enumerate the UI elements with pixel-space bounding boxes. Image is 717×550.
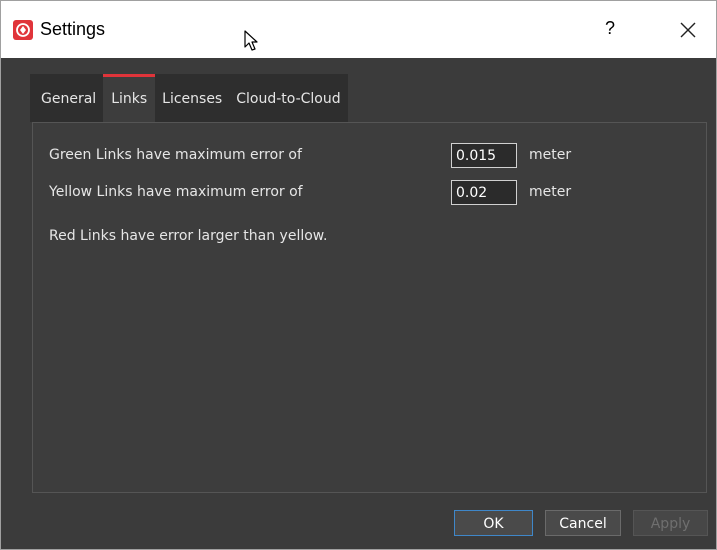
cancel-button[interactable]: Cancel	[545, 510, 621, 536]
red-links-note: Red Links have error larger than yellow.	[49, 228, 328, 244]
yellow-links-label: Yellow Links have maximum error of	[49, 184, 303, 200]
tab-cloud-to-cloud[interactable]: Cloud-to-Cloud	[229, 74, 347, 122]
title-bar[interactable]: Settings ?	[1, 1, 716, 58]
tab-licenses[interactable]: Licenses	[155, 74, 229, 122]
ok-button[interactable]: OK	[454, 510, 533, 536]
links-panel: Green Links have maximum error of meter …	[32, 122, 707, 493]
yellow-unit-label: meter	[529, 184, 572, 200]
close-icon[interactable]	[675, 17, 701, 43]
green-error-input[interactable]	[451, 143, 517, 168]
tab-general[interactable]: General	[30, 74, 103, 122]
tab-bar: General Links Licenses Cloud-to-Cloud	[30, 74, 348, 122]
app-logo-icon	[13, 20, 33, 40]
help-button[interactable]: ?	[599, 18, 621, 42]
settings-dialog: Settings ? General Links Licenses Cloud-…	[0, 0, 717, 550]
yellow-error-input[interactable]	[451, 180, 517, 205]
apply-button[interactable]: Apply	[633, 510, 708, 536]
green-links-label: Green Links have maximum error of	[49, 147, 302, 163]
tab-links[interactable]: Links	[103, 74, 156, 122]
mouse-cursor-icon	[244, 30, 260, 56]
green-unit-label: meter	[529, 147, 572, 163]
window-title: Settings	[40, 19, 106, 39]
